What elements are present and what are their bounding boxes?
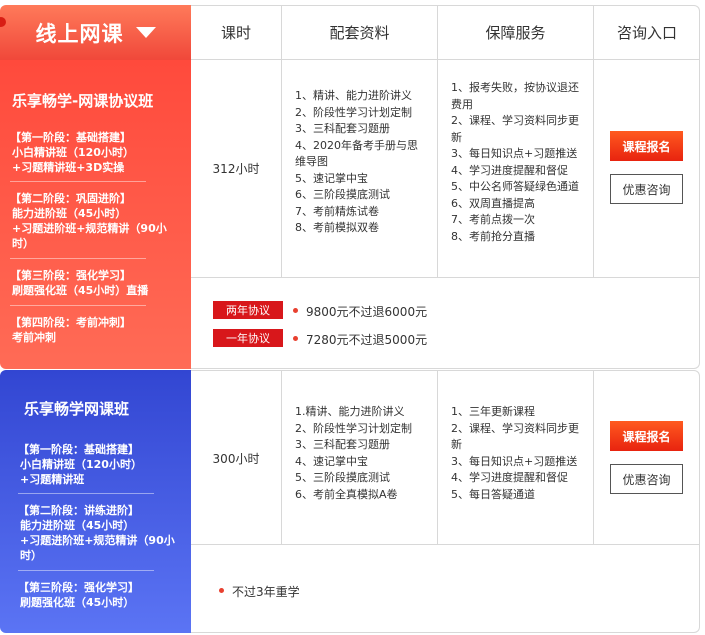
table-header: 课时 配套资料 保障服务 咨询入口 [191,5,700,60]
course-2-panel: 乐享畅学网课班 【第一阶段：基础搭建】 小白精讲班（120小时） +习题精讲班 … [0,370,191,633]
stage-divider [18,493,154,494]
course-1-services: 1、报考失败，按协议退还 费用 2、课程、学习资料同步更 新 3、每日知识点+习… [451,81,579,243]
column-divider [593,371,594,544]
course-1-stage-2: 【第二阶段：巩固进阶】 能力进阶班（45小时） +习题进阶班+规范精讲（90小 … [10,192,167,250]
course-1-details: 312小时 1、精讲、能力进阶讲义 2、阶段性学习计划定制 3、三科配套习题册 … [191,60,700,369]
course-1-register-button[interactable]: 课程报名 [610,131,683,161]
course-1-stage-3: 【第三阶段：强化学习】 刷题强化班（45小时）直播 [10,269,149,297]
bullet-dot [219,588,224,593]
course-1-hours: 312小时 [212,162,260,176]
course-1-panel: 乐享畅学-网课协议班 【第一阶段：基础搭建】 小白精讲班（120小时） +习题精… [0,60,191,369]
course-1-title: 乐享畅学-网课协议班 [12,92,154,110]
agreement-tag-one-year: 一年协议 [213,329,283,347]
course-1-materials: 1、精讲、能力进阶讲义 2、阶段性学习计划定制 3、三科配套习题册 4、2020… [295,89,418,234]
column-divider [437,60,438,277]
course-2-register-button[interactable]: 课程报名 [610,421,683,451]
online-course-tab-label: 线上网课 [35,21,124,46]
course-2-materials: 1.精讲、能力进阶讲义 2、阶段性学习计划定制 3、三科配套习题册 4、速记掌中… [295,405,412,501]
course-2-stage-3: 【第三阶段：强化学习】 刷题强化班（45小时） [18,581,139,609]
stage-divider [18,570,154,571]
course-1-stage-4: 【第四阶段：考前冲刺】 考前冲刺 [10,316,131,344]
course-2-services: 1、三年更新课程 2、课程、学习资料同步更 新 3、每日知识点+习题推送 4、学… [451,405,579,501]
course-1-consult-button[interactable]: 优惠咨询 [610,174,683,204]
course-2-hours: 300小时 [212,452,260,466]
course-2-stage-1: 【第一阶段：基础搭建】 小白精讲班（120小时） +习题精讲班 [18,443,142,486]
stage-divider [10,181,146,182]
stage-divider [10,258,146,259]
course-1-stage-1: 【第一阶段：基础搭建】 小白精讲班（120小时） +习题精讲班+3D实操 [10,131,134,174]
column-divider [281,60,282,277]
row-divider [191,544,699,545]
column-header-hours: 课时 [220,24,251,42]
column-divider [437,371,438,544]
online-course-tab[interactable]: 线上网课 [0,5,191,60]
chevron-down-icon [135,27,156,38]
column-header-materials: 配套资料 [329,24,390,42]
bullet-dot [293,336,298,341]
agreement-price-one-year: 7280元不过退5000元 [306,333,428,347]
course-2-title: 乐享畅学网课班 [24,400,130,418]
corner-dot [0,17,6,27]
agreement-tag-two-year: 两年协议 [213,301,283,319]
course-2-note: 不过3年重学 [232,585,300,599]
row-divider [191,277,699,278]
column-divider [593,60,594,277]
stage-divider [10,305,146,306]
course-2-stage-2: 【第二阶段：讲练进阶】 能力进阶班（45小时） +习题进阶班+规范精讲（90小 … [18,504,175,562]
course-2-details: 300小时 1.精讲、能力进阶讲义 2、阶段性学习计划定制 3、三科配套习题册 … [191,370,700,633]
agreement-price-two-year: 9800元不过退6000元 [306,305,428,319]
column-header-services: 保障服务 [485,24,546,42]
column-header-consult: 咨询入口 [616,24,677,42]
column-divider [281,371,282,544]
bullet-dot [293,308,298,313]
course-2-consult-button[interactable]: 优惠咨询 [610,464,683,494]
